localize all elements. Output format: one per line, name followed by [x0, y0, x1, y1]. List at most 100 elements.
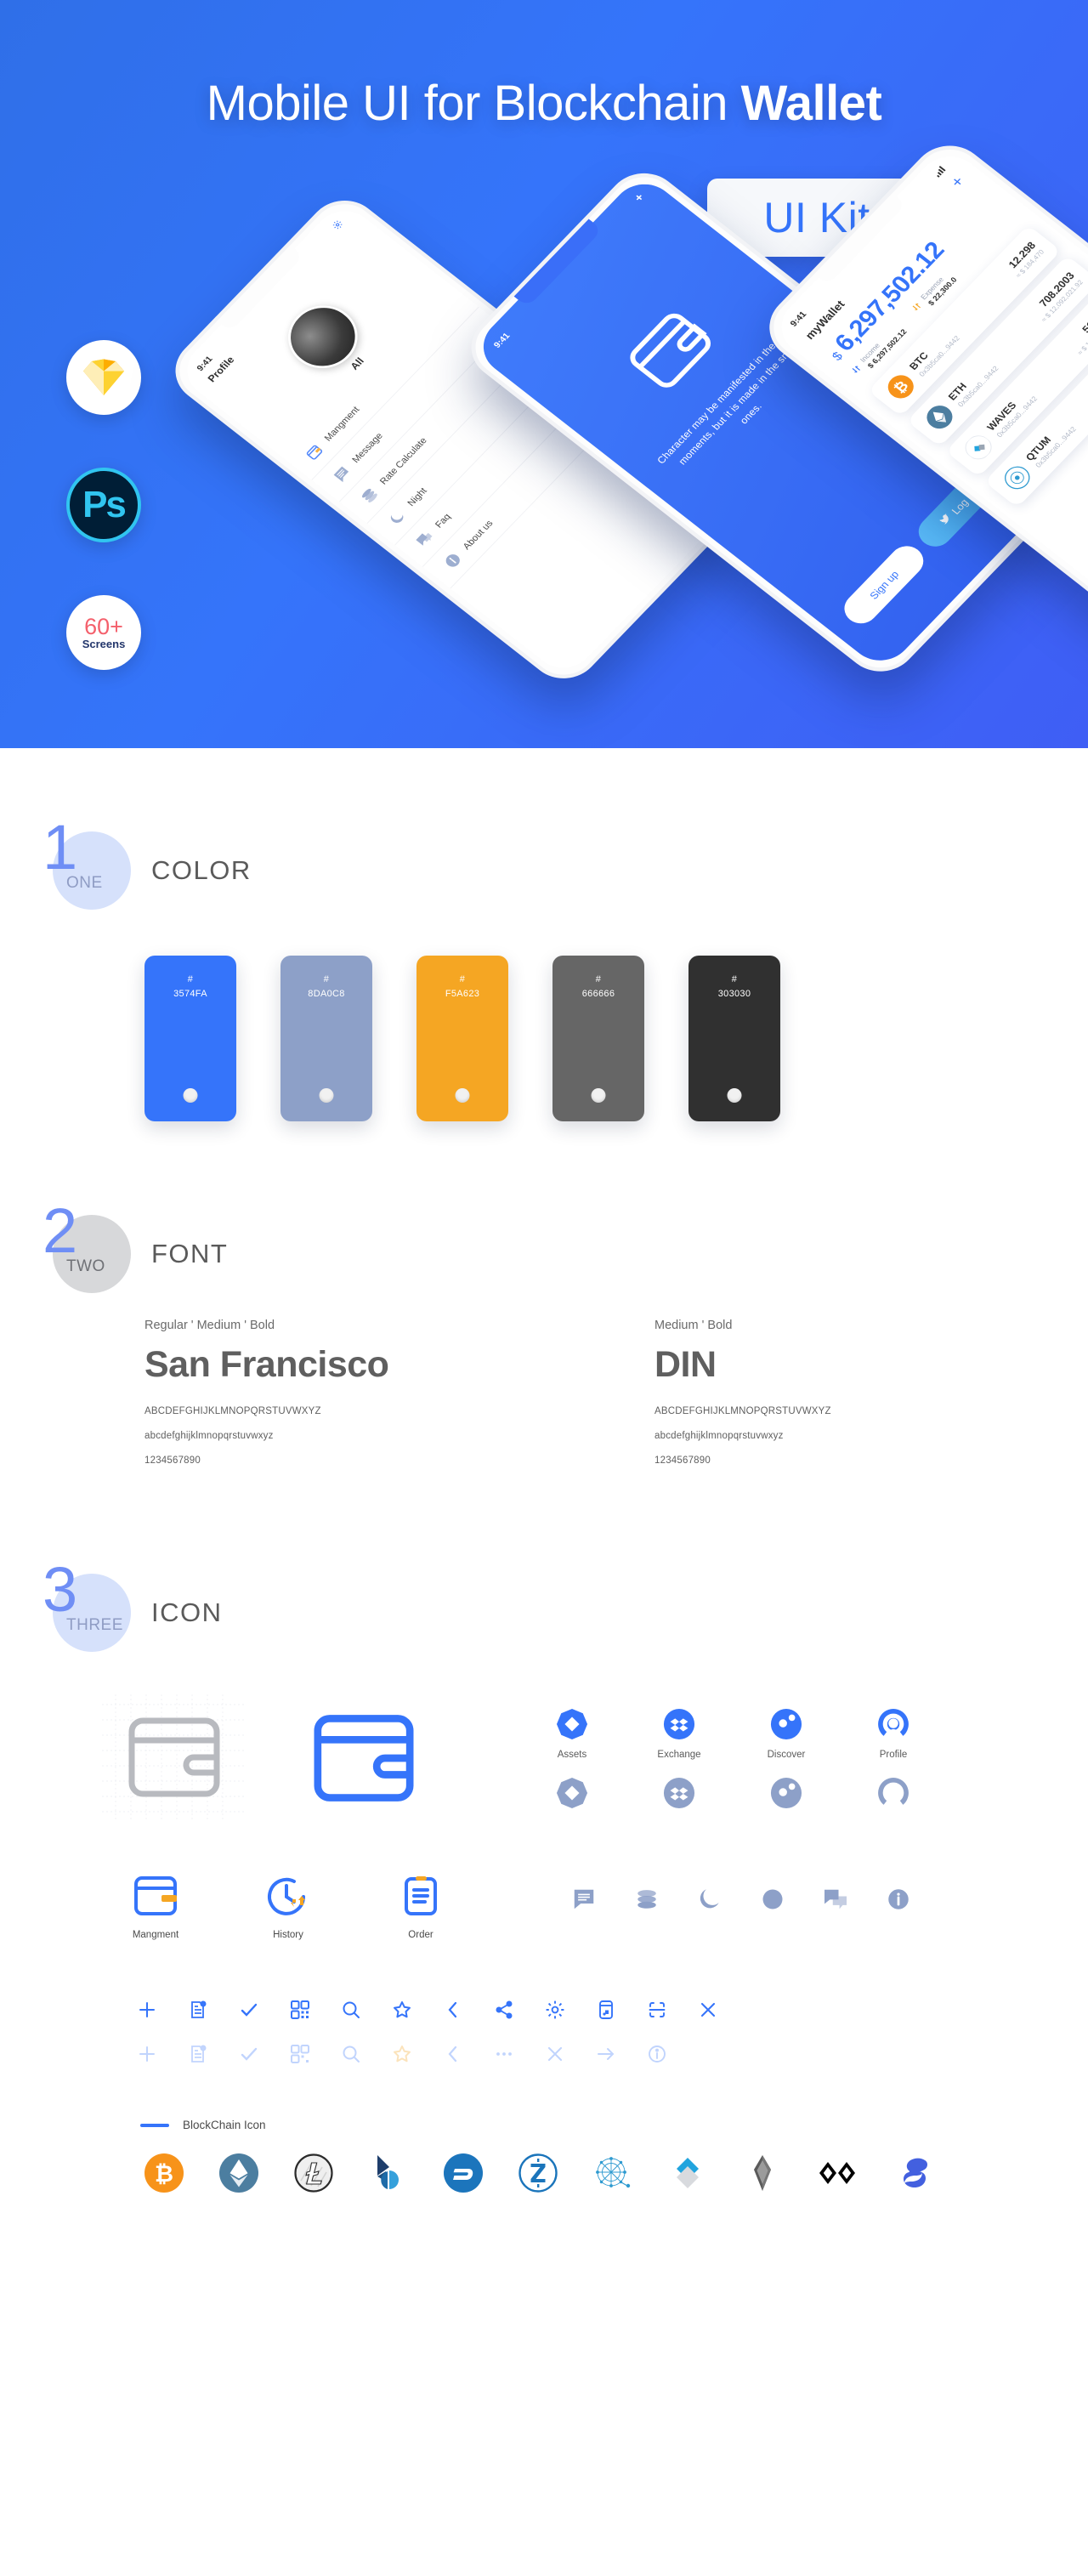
- document-settings-icon[interactable]: [187, 2043, 209, 2065]
- chevron-left-icon[interactable]: [442, 2043, 464, 2065]
- wallet-solid-icon: [314, 1715, 414, 1801]
- gear-icon[interactable]: [544, 1999, 566, 2021]
- font-lowercase: abcdefghijklmnopqrstuvwxyz: [144, 1431, 274, 1441]
- arrow-right-icon[interactable]: [595, 2043, 617, 2065]
- tab-profile-inactive[interactable]: [862, 1760, 925, 1813]
- list-item-label: Night: [405, 485, 429, 508]
- ethereum-icon[interactable]: [219, 2153, 258, 2193]
- tab-discover-inactive[interactable]: [755, 1760, 818, 1813]
- list-item-label: About us: [460, 518, 496, 552]
- tab-label: Discover: [767, 1749, 806, 1760]
- gear-icon: [330, 218, 347, 233]
- info-icon[interactable]: [646, 2043, 668, 2065]
- feature-mangment[interactable]: Mangment: [119, 1875, 192, 1940]
- search-icon[interactable]: [340, 2043, 362, 2065]
- color-swatch[interactable]: #303030: [688, 956, 780, 1121]
- tab-assets-inactive[interactable]: [541, 1760, 604, 1813]
- qtum-icon: [1000, 462, 1035, 494]
- icon-section: 3 THREE ICON Assets Exchange Discover Pr…: [0, 1480, 1088, 2193]
- check-icon[interactable]: [238, 2043, 260, 2065]
- share-icon[interactable]: [493, 1999, 515, 2021]
- qr-code-icon[interactable]: [289, 1999, 311, 2021]
- coins-icon: [358, 485, 381, 507]
- icon-section-header: 3 THREE ICON: [0, 1558, 1088, 1660]
- font-name: DIN: [654, 1344, 717, 1385]
- swatch-hex: #3574FA: [173, 974, 207, 1000]
- bitcoin-icon: ₿: [883, 371, 919, 403]
- tab-icon-set: Assets Exchange Discover Profile: [481, 1705, 925, 1813]
- swatch-hex-value: F5A623: [445, 989, 480, 1000]
- moon-icon: [697, 1887, 722, 1916]
- section-digit: 2: [42, 1195, 78, 1266]
- ethereum-icon: [921, 401, 957, 434]
- font-weights: Regular ' Medium ' Bold: [144, 1319, 275, 1332]
- gray-icon-set: [571, 1875, 911, 1916]
- feature-label: Order: [408, 1930, 434, 1940]
- qtum-icon[interactable]: [593, 2153, 632, 2193]
- section-title: ICON: [151, 1597, 223, 1627]
- chevron-left-icon[interactable]: [442, 1999, 464, 2021]
- discover-icon: [755, 1773, 818, 1813]
- loopring-icon[interactable]: [818, 2153, 857, 2193]
- swatch-dot: [183, 1088, 198, 1103]
- swatch-hex: #8DA0C8: [308, 974, 345, 1000]
- color-swatch[interactable]: #8DA0C8: [280, 956, 372, 1121]
- status-icon[interactable]: [892, 2153, 932, 2193]
- wallet-icon: [303, 442, 326, 463]
- action-icons-active: [136, 1988, 1088, 2032]
- expense-arrow-icon: [909, 299, 926, 315]
- swatch-dot: [319, 1088, 334, 1103]
- moon-icon: [386, 507, 409, 528]
- qr-code-icon[interactable]: [289, 2043, 311, 2065]
- feature-history[interactable]: History: [252, 1875, 325, 1940]
- section-digit: 1: [42, 812, 78, 882]
- list-item-label: Faq: [433, 511, 453, 531]
- font-section: 2 TWO FONT Regular ' Medium ' Bold San F…: [0, 1121, 1088, 1480]
- dots-icon[interactable]: [493, 2043, 515, 2065]
- bitshares-icon[interactable]: [369, 2153, 408, 2193]
- litecoin-icon[interactable]: [294, 2153, 333, 2193]
- feature-order[interactable]: Order: [384, 1875, 457, 1940]
- document-settings-icon[interactable]: [187, 1999, 209, 2021]
- close-icon[interactable]: [697, 1999, 719, 2021]
- font-section-header: 2 TWO FONT: [0, 1200, 1088, 1302]
- waves-icon[interactable]: [668, 2153, 707, 2193]
- scan-frame-icon[interactable]: [646, 1999, 668, 2021]
- tab-discover[interactable]: Discover: [755, 1705, 818, 1760]
- swatch-dot: [727, 1088, 742, 1103]
- signup-button[interactable]: Sign up: [837, 540, 931, 630]
- tab-assets[interactable]: Assets: [541, 1705, 604, 1760]
- blockchain-icon-header: BlockChain Icon: [0, 2076, 1088, 2131]
- star-filled-icon[interactable]: [391, 2043, 413, 2065]
- blockchain-label: BlockChain Icon: [183, 2119, 266, 2131]
- plus-icon[interactable]: [136, 2043, 158, 2065]
- section-title: COLOR: [151, 855, 252, 885]
- tab-icons-inactive: [541, 1760, 925, 1813]
- tab-exchange-inactive[interactable]: [648, 1760, 711, 1813]
- font-specimen-sf: Regular ' Medium ' Bold San Francisco AB…: [144, 1319, 510, 1480]
- icon-showcase-row: Assets Exchange Discover Profile: [0, 1660, 1088, 1822]
- wallet-outline-icon: [128, 1717, 220, 1797]
- plus-icon[interactable]: [136, 1999, 158, 2021]
- bitcoin-icon[interactable]: ₿: [144, 2153, 184, 2193]
- tab-profile[interactable]: Profile: [862, 1705, 925, 1760]
- circle-icon: [760, 1887, 785, 1916]
- dash-divider-icon: [140, 2123, 169, 2127]
- dash-icon[interactable]: [444, 2153, 483, 2193]
- eos-icon[interactable]: [743, 2153, 782, 2193]
- star-icon[interactable]: [391, 1999, 413, 2021]
- history-clock-icon: [268, 1877, 305, 1915]
- color-swatch[interactable]: # F5A623: [416, 956, 508, 1121]
- color-section: 1 ONE COLOR #3574FA #8DA0C8 # F5A623 #666…: [0, 748, 1088, 1121]
- color-swatch[interactable]: #666666: [552, 956, 644, 1121]
- search-icon[interactable]: [340, 1999, 362, 2021]
- close-icon[interactable]: [544, 2043, 566, 2065]
- check-icon[interactable]: [238, 1999, 260, 2021]
- font-specimen-din: Medium ' Bold DIN ABCDEFGHIJKLMNOPQRSTUV…: [654, 1319, 1020, 1480]
- profile-icon: [862, 1773, 925, 1813]
- color-swatch[interactable]: #3574FA: [144, 956, 236, 1121]
- mobile-scan-icon[interactable]: [595, 1999, 617, 2021]
- section-word: ONE: [66, 874, 103, 892]
- tab-exchange[interactable]: Exchange: [648, 1705, 711, 1760]
- zcash-icon[interactable]: [518, 2153, 558, 2193]
